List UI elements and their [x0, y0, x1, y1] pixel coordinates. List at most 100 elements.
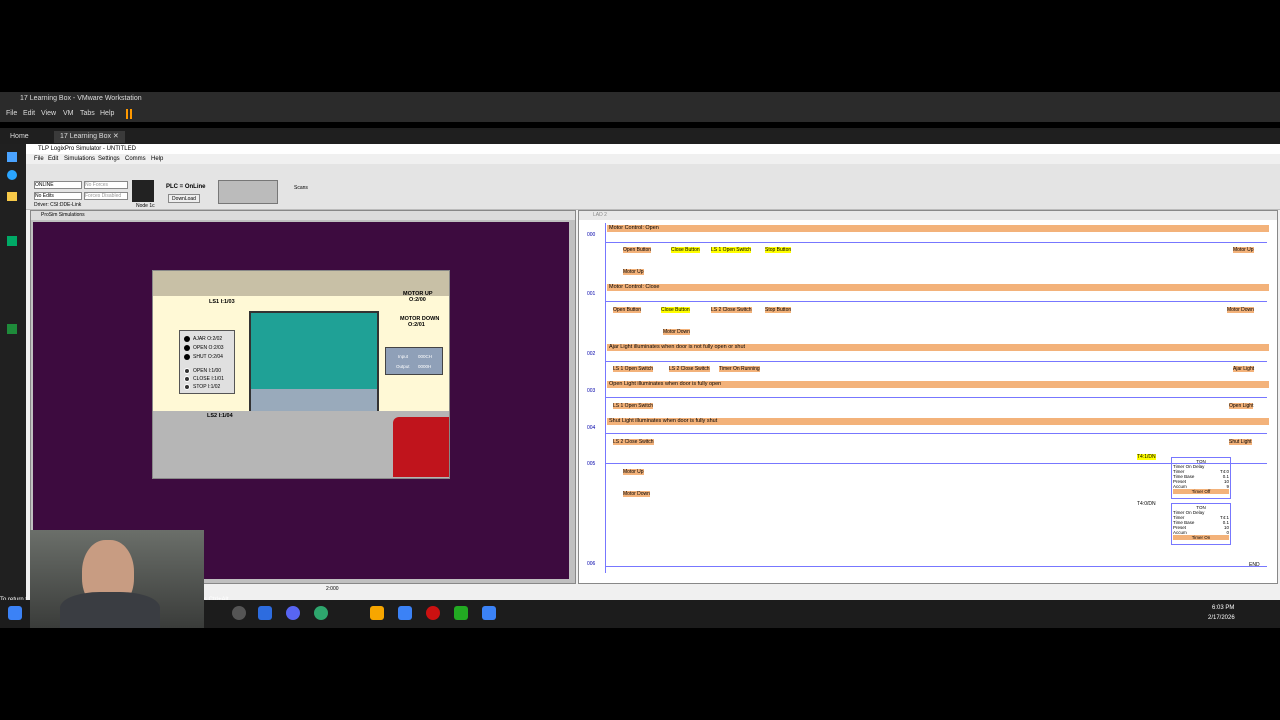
app-icon-5[interactable] — [426, 606, 440, 620]
tlp-menu-edit[interactable]: Edit — [48, 154, 58, 164]
rung-number-004: 004 — [587, 425, 596, 431]
ladder-editor-window: LAD 2 000 Motor Control: Open Open Butto… — [578, 210, 1278, 584]
menu-view[interactable]: View — [41, 106, 56, 122]
prosim-window: ProSim Simulations AJAR O:2/02 OPEN O:2/… — [30, 210, 576, 584]
label-stop-button-2: Stop Button — [765, 307, 792, 313]
tlp-menu-file[interactable]: File — [34, 154, 44, 164]
vmware-icon[interactable] — [370, 606, 384, 620]
menu-tabs[interactable]: Tabs — [80, 106, 95, 122]
rung-line-004 — [605, 433, 1267, 434]
tlp-menu-help[interactable]: Help — [151, 154, 163, 164]
pause-icon[interactable] — [126, 109, 132, 119]
stop-button-label: STOP I:1/02 — [193, 384, 221, 390]
ls2-label: LS2 I:1/04 — [207, 413, 233, 419]
rung-number-002: 002 — [587, 351, 596, 357]
webcam-overlay — [30, 530, 204, 628]
app-icon-3[interactable] — [314, 606, 328, 620]
tab-learning-box[interactable]: 17 Learning Box ✕ — [54, 131, 125, 143]
excel-icon[interactable] — [7, 324, 17, 334]
timer-block-t41[interactable]: TON Timer On Delay Timer T4:1 Time Base … — [1171, 503, 1231, 545]
edits-select[interactable]: No Edits — [34, 192, 82, 200]
label-t40dn: T4:0/DN — [1137, 501, 1156, 507]
rung-line-005 — [605, 463, 1267, 464]
ajar-light-icon — [184, 336, 190, 342]
windows-start-icon[interactable] — [8, 606, 22, 620]
rung-comment-002: Ajar Light illuminates when door is not … — [607, 344, 1269, 351]
truck-icon — [393, 417, 449, 477]
shut-light-icon — [184, 354, 190, 360]
edge-icon[interactable] — [7, 170, 17, 180]
open-button-icon[interactable] — [184, 368, 190, 374]
discord-icon[interactable] — [286, 606, 300, 620]
car-view — [251, 389, 377, 411]
prosim-title-bar: ProSim Simulations — [31, 211, 575, 220]
menu-edit[interactable]: Edit — [23, 106, 35, 122]
logixpro-title-bar: TLP LogixPro Simulator - UNTITLED — [26, 144, 1280, 154]
label-motor-down-2: Motor Down — [623, 491, 650, 497]
close-button-icon[interactable] — [184, 376, 190, 382]
label-motor-up-2: Motor Up — [623, 469, 644, 475]
label-ls2-close-2: LS 2 Close Switch — [669, 366, 710, 372]
forces-select[interactable]: No Forces — [84, 181, 128, 189]
app-icon-7[interactable] — [482, 606, 496, 620]
timer-block-t40[interactable]: TON Timer On Delay Timer T4:0 Time Base … — [1171, 457, 1231, 499]
menu-help[interactable]: Help — [100, 106, 114, 122]
menu-vm[interactable]: VM — [63, 106, 74, 122]
tlp-menu-simulations[interactable]: Simulations — [64, 154, 95, 164]
coil-motor-down: Motor Down — [1227, 307, 1254, 313]
folder-icon[interactable] — [7, 192, 17, 201]
label-motor-down: Motor Down — [663, 329, 690, 335]
label-close-button-2: Close Button — [661, 307, 690, 313]
node-label: Node 1c — [136, 203, 155, 209]
motor-up-addr: O:2/00 — [409, 297, 426, 303]
rung-line-000 — [605, 242, 1267, 243]
coil-shut-light: Shut Light — [1229, 439, 1252, 445]
app-icon-4[interactable] — [398, 606, 412, 620]
rung-comment-001: Motor Control: Close — [607, 284, 1269, 291]
rung-comment-000: Motor Control: Open — [607, 225, 1269, 232]
node-icon[interactable] — [132, 180, 154, 202]
io-display: Input 000CH Output 0000H — [385, 347, 443, 375]
logixpro-toolbar: ONLINE No Edits No Forces Forces Disable… — [26, 164, 1280, 210]
app-icon-6[interactable] — [454, 606, 468, 620]
rung-number-000: 000 — [587, 232, 596, 238]
io-indicator-panel — [218, 180, 278, 204]
rung-line-002 — [605, 361, 1267, 362]
prosim-canvas: AJAR O:2/02 OPEN O:2/03 SHUT O:2/04 OPEN… — [33, 222, 569, 579]
stop-button-icon[interactable] — [184, 384, 190, 390]
label-close-button: Close Button — [671, 247, 700, 253]
tlp-menu-comms[interactable]: Comms — [125, 154, 146, 164]
rung-number-003: 003 — [587, 388, 596, 394]
ladder-title-bar: LAD 2 — [579, 211, 1277, 220]
rung-number-005: 005 — [587, 461, 596, 467]
tlp-menu-settings[interactable]: Settings — [98, 154, 120, 164]
clock-date: 2/17/2026 — [1208, 615, 1235, 621]
menu-file[interactable]: File — [6, 106, 17, 122]
rung-line-006 — [605, 566, 1267, 567]
control-panel: AJAR O:2/02 OPEN O:2/03 SHUT O:2/04 OPEN… — [179, 330, 235, 394]
mode-select[interactable]: ONLINE — [34, 181, 82, 189]
label-ls1-open: LS 1 Open Switch — [711, 247, 752, 253]
app-icon[interactable] — [7, 236, 17, 246]
status-field: 2:000 — [326, 586, 339, 592]
vmware-title-bar: 17 Learning Box - VMware Workstation — [0, 92, 1280, 106]
ajar-label: AJAR O:2/02 — [193, 336, 223, 342]
close-button-label: CLOSE I:1/01 — [193, 376, 224, 382]
coil-ajar-light: Ajar Light — [1233, 366, 1255, 372]
scans-label: Scans — [294, 185, 308, 191]
start-icon[interactable] — [7, 152, 17, 162]
clock-time: 6:03 PM — [1212, 605, 1235, 611]
forces-disabled-select[interactable]: Forces Disabled — [84, 192, 128, 200]
label-ls1-open-3: LS 1 Open Switch — [613, 403, 654, 409]
shut-label: SHUT O:2/04 — [193, 354, 223, 360]
label-timer-running: Timer On Running — [719, 366, 760, 372]
label-ls2-close: LS 2 Close Switch — [711, 307, 752, 313]
rung-line-001 — [605, 301, 1267, 302]
window-title: 17 Learning Box - VMware Workstation — [20, 95, 142, 102]
download-button[interactable]: DownLoad — [168, 194, 200, 203]
label-ls2-close-3: LS 2 Close Switch — [613, 439, 654, 445]
garage-scene: AJAR O:2/02 OPEN O:2/03 SHUT O:2/04 OPEN… — [152, 270, 450, 479]
app-icon-2[interactable] — [258, 606, 272, 620]
tab-home[interactable]: Home — [4, 131, 35, 143]
settings-icon[interactable] — [232, 606, 246, 620]
